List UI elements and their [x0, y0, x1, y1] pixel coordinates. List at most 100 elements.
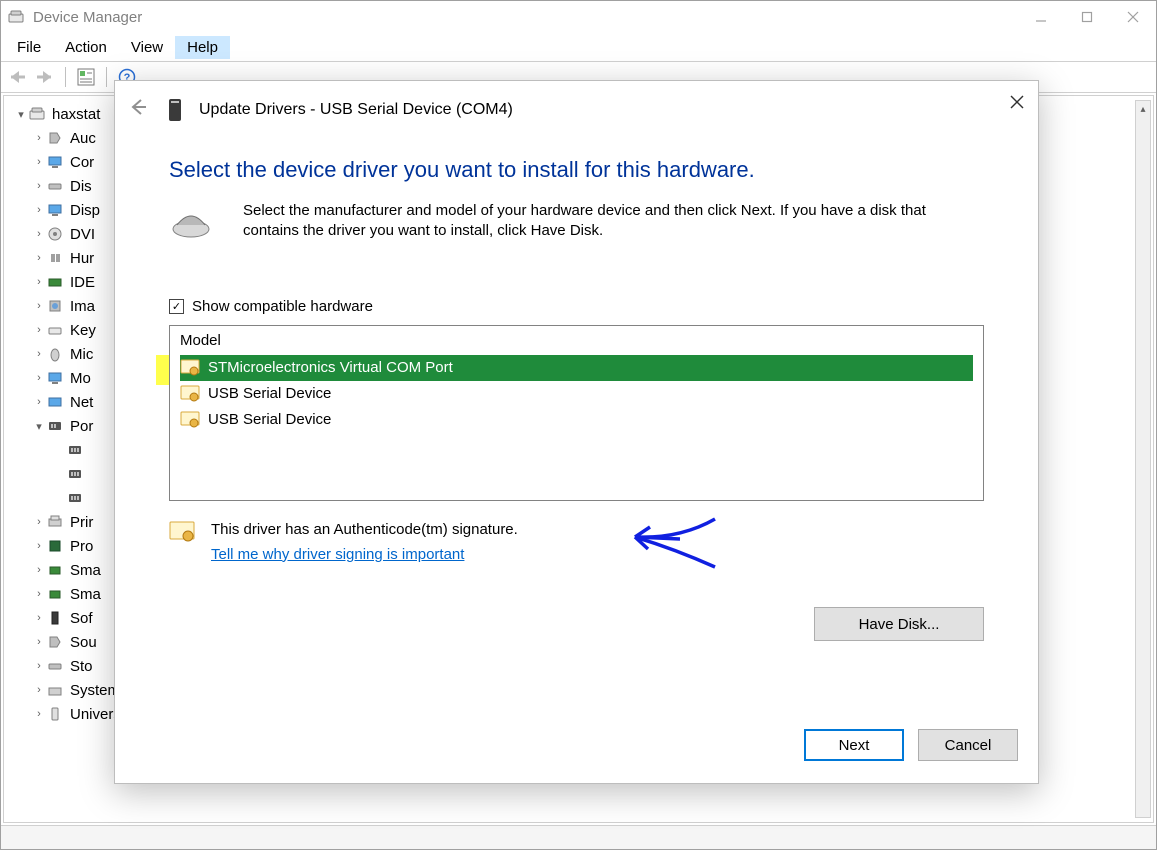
tree-item-label: Disp [70, 202, 100, 219]
tree-item-label: Auc [70, 130, 96, 147]
tree-item-label: IDE [70, 274, 95, 291]
back-arrow-icon[interactable] [129, 98, 147, 122]
chevron-right-icon[interactable]: › [32, 300, 46, 312]
menu-help[interactable]: Help [175, 36, 230, 59]
model-header: Model [180, 332, 973, 349]
model-row[interactable]: USB Serial Device [180, 407, 973, 433]
device-category-icon [46, 537, 64, 555]
certificate-icon [180, 411, 200, 429]
chevron-right-icon[interactable]: › [32, 636, 46, 648]
model-listbox[interactable]: Model STMicroelectronics Virtual COM Por… [169, 325, 984, 501]
chevron-right-icon[interactable]: › [32, 180, 46, 192]
window-buttons [1018, 1, 1156, 33]
system-icon [46, 681, 64, 699]
device-category-icon [46, 633, 64, 651]
chevron-right-icon[interactable]: › [32, 252, 46, 264]
certificate-icon [169, 521, 195, 543]
model-row[interactable]: USB Serial Device [180, 381, 973, 407]
chevron-right-icon[interactable]: › [32, 564, 46, 576]
menu-file[interactable]: File [5, 36, 53, 59]
forward-icon[interactable] [33, 65, 57, 89]
detail-view-icon[interactable] [74, 65, 98, 89]
tree-item-label: Sou [70, 634, 97, 651]
certificate-icon [180, 359, 200, 377]
device-category-icon [46, 249, 64, 267]
computer-icon [28, 105, 46, 123]
tree-item-label: Dis [70, 178, 92, 195]
chevron-right-icon[interactable]: › [32, 540, 46, 552]
device-category-icon [46, 129, 64, 147]
next-label: Next [839, 737, 870, 754]
device-category-icon [46, 657, 64, 675]
menubar: File Action View Help [1, 33, 1156, 61]
close-icon[interactable] [1010, 93, 1024, 114]
maximize-button[interactable] [1064, 1, 1110, 33]
chevron-right-icon[interactable]: › [32, 516, 46, 528]
device-category-icon [46, 297, 64, 315]
chevron-down-icon[interactable]: ▾ [32, 420, 46, 433]
device-category-icon [46, 585, 64, 603]
chevron-right-icon[interactable]: › [32, 708, 46, 720]
minimize-button[interactable] [1018, 1, 1064, 33]
next-button[interactable]: Next [804, 729, 904, 761]
model-label: USB Serial Device [208, 385, 331, 402]
model-label: USB Serial Device [208, 411, 331, 428]
port-icon [66, 465, 84, 483]
checkbox-icon: ✓ [169, 299, 184, 314]
tree-item-label: Sof [70, 610, 93, 627]
chevron-right-icon[interactable]: › [32, 660, 46, 672]
device-category-icon [46, 177, 64, 195]
chevron-right-icon[interactable]: › [32, 588, 46, 600]
scrollbar[interactable]: ▴ [1135, 100, 1151, 818]
device-category-icon [46, 225, 64, 243]
tree-item-label: Net [70, 394, 93, 411]
chevron-down-icon[interactable]: ▾ [14, 108, 28, 121]
device-category-icon [46, 369, 64, 387]
device-icon [165, 96, 185, 124]
device-category-icon [46, 609, 64, 627]
tree-item-label: Cor [70, 154, 94, 171]
cancel-label: Cancel [945, 737, 992, 754]
driver-signing-link[interactable]: Tell me why driver signing is important [211, 546, 518, 563]
tree-item-label: Sma [70, 562, 101, 579]
usb-icon [46, 705, 64, 723]
menu-view[interactable]: View [119, 36, 175, 59]
hardware-icon [169, 201, 213, 241]
scroll-up-icon[interactable]: ▴ [1136, 101, 1150, 117]
window-title: Device Manager [33, 9, 142, 26]
tree-item-label: Hur [70, 250, 94, 267]
app-icon [7, 8, 25, 26]
chevron-right-icon[interactable]: › [32, 324, 46, 336]
chevron-right-icon[interactable]: › [32, 156, 46, 168]
tree-root-label: haxstat [52, 106, 100, 123]
chevron-right-icon[interactable]: › [32, 372, 46, 384]
chevron-right-icon[interactable]: › [32, 132, 46, 144]
back-icon[interactable] [5, 65, 29, 89]
chevron-right-icon[interactable]: › [32, 348, 46, 360]
device-category-icon [46, 273, 64, 291]
statusbar [1, 825, 1156, 849]
titlebar: Device Manager [1, 1, 1156, 33]
cancel-button[interactable]: Cancel [918, 729, 1018, 761]
have-disk-button[interactable]: Have Disk... [814, 607, 984, 641]
chevron-right-icon[interactable]: › [32, 396, 46, 408]
chevron-right-icon[interactable]: › [32, 228, 46, 240]
chevron-right-icon[interactable]: › [32, 276, 46, 288]
tree-item-label: Mic [70, 346, 93, 363]
tree-item-label: Sma [70, 586, 101, 603]
close-button[interactable] [1110, 1, 1156, 33]
chevron-right-icon[interactable]: › [32, 684, 46, 696]
dialog-instructions: Select the manufacturer and model of you… [243, 201, 984, 242]
dialog-titlebar: Update Drivers - USB Serial Device (COM4… [115, 81, 1038, 139]
update-drivers-dialog: Update Drivers - USB Serial Device (COM4… [114, 80, 1039, 784]
menu-action[interactable]: Action [53, 36, 119, 59]
signature-text: This driver has an Authenticode(tm) sign… [211, 521, 518, 538]
chevron-right-icon[interactable]: › [32, 204, 46, 216]
show-compatible-checkbox[interactable]: ✓ Show compatible hardware [169, 298, 984, 315]
device-category-icon [46, 321, 64, 339]
chevron-right-icon[interactable]: › [32, 612, 46, 624]
device-category-icon [46, 393, 64, 411]
tree-item-label: Mo [70, 370, 91, 387]
tree-item-label: DVI [70, 226, 95, 243]
model-row-selected[interactable]: STMicroelectronics Virtual COM Port [180, 355, 973, 381]
